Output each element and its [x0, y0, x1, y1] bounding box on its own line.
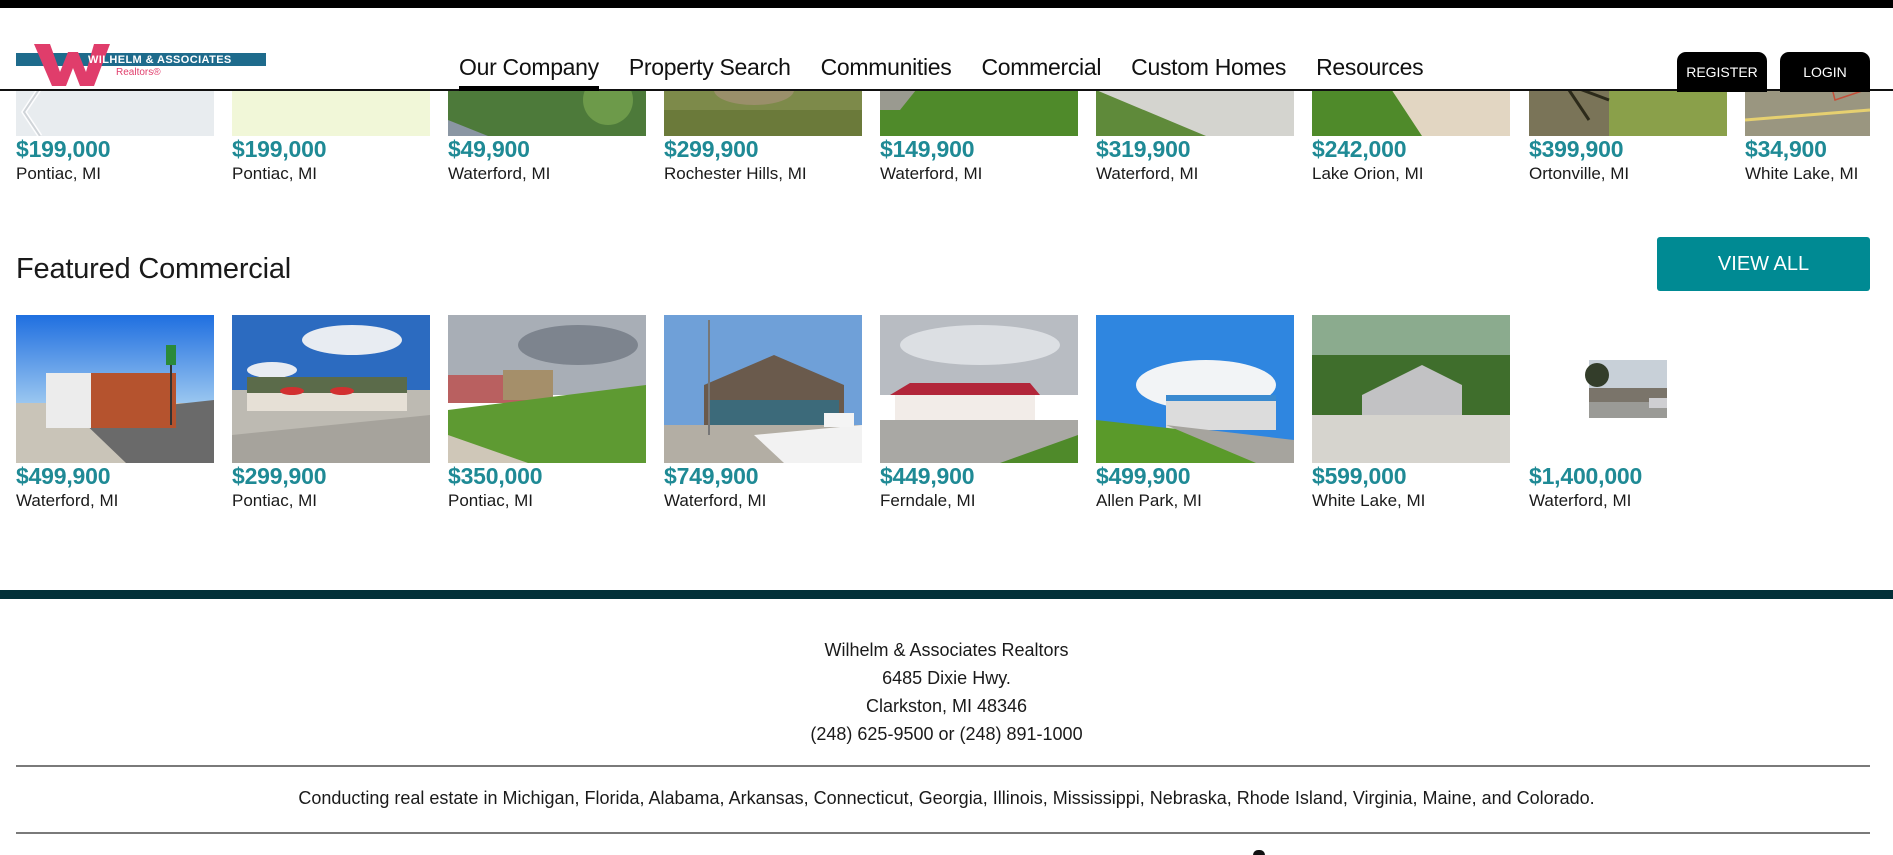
listing-price: $149,900: [880, 136, 975, 162]
listing-price: $1,400,000: [1529, 463, 1643, 489]
listing-location: Waterford, MI: [1529, 491, 1632, 510]
listing-location: Pontiac, MI: [232, 164, 318, 183]
footer-address: Wilhelm & Associates Realtors 6485 Dixie…: [0, 636, 1893, 748]
view-all-button[interactable]: VIEW ALL: [1657, 237, 1870, 291]
register-button[interactable]: REGISTER: [1677, 52, 1767, 92]
listing-location: Waterford, MI: [448, 164, 551, 183]
commercial-listings-row: $499,900 Waterford, MI $299,900 Pontiac,…: [0, 315, 1893, 525]
listing-price: $34,900: [1745, 136, 1827, 162]
social-icon[interactable]: [1253, 850, 1265, 855]
listing-photo[interactable]: [448, 315, 646, 463]
login-button[interactable]: LOGIN: [1780, 52, 1870, 92]
footer-rule: [16, 765, 1870, 767]
listing-price: $749,900: [664, 463, 759, 489]
listing-price: $350,000: [448, 463, 543, 489]
listing-location: Ortonville, MI: [1529, 164, 1630, 183]
listing-photo[interactable]: [664, 315, 862, 463]
nav-custom-homes[interactable]: Custom Homes: [1131, 54, 1286, 81]
listing-photo[interactable]: [1312, 315, 1510, 463]
listing-photo[interactable]: [1096, 315, 1294, 463]
listing-price: $319,900: [1096, 136, 1191, 162]
listing-price: $499,900: [16, 463, 111, 489]
listing-location: Ferndale, MI: [880, 491, 976, 510]
carousel-prev-icon[interactable]: [18, 86, 48, 138]
site-header: WILHELM & ASSOCIATES Realtors® Our Compa…: [0, 8, 1893, 92]
listing-price: $299,900: [232, 463, 327, 489]
listing-price: $299,900: [664, 136, 759, 162]
listing-price: $449,900: [880, 463, 975, 489]
logo-name: WILHELM & ASSOCIATES: [88, 54, 232, 66]
listing-location: Waterford, MI: [664, 491, 767, 510]
listing-location: Allen Park, MI: [1096, 491, 1202, 510]
listing-price: $199,000: [16, 136, 111, 162]
logo[interactable]: WILHELM & ASSOCIATES Realtors®: [16, 40, 268, 86]
nav-communities[interactable]: Communities: [821, 54, 952, 81]
listing-location: Lake Orion, MI: [1312, 164, 1424, 183]
phone-numbers[interactable]: (248) 625-9500 or (248) 891-1000: [0, 720, 1893, 748]
listing-location: Pontiac, MI: [448, 491, 534, 510]
listing-location: White Lake, MI: [1312, 491, 1426, 510]
top-black-bar: [0, 0, 1893, 8]
logo-subtitle: Realtors®: [116, 67, 161, 78]
listing-photo[interactable]: [232, 315, 430, 463]
listing-location: Pontiac, MI: [232, 491, 318, 510]
listing-price: $399,900: [1529, 136, 1624, 162]
nav-property-search[interactable]: Property Search: [629, 54, 791, 81]
listing-photo[interactable]: [880, 315, 1078, 463]
listing-location: Waterford, MI: [1096, 164, 1199, 183]
listing-location: Waterford, MI: [880, 164, 983, 183]
listing-location: Waterford, MI: [16, 491, 119, 510]
listing-price: $599,000: [1312, 463, 1407, 489]
listing-photo[interactable]: [16, 315, 214, 463]
nav-resources[interactable]: Resources: [1316, 54, 1424, 81]
nav-our-company[interactable]: Our Company: [459, 54, 599, 91]
company-name: Wilhelm & Associates Realtors: [824, 640, 1069, 660]
listing-price: $242,000: [1312, 136, 1407, 162]
listing-location: Pontiac, MI: [16, 164, 102, 183]
listing-location: White Lake, MI: [1745, 164, 1859, 183]
listing-price: $499,900: [1096, 463, 1191, 489]
footer-divider-bar: [0, 590, 1893, 599]
states-statement: Conducting real estate in Michigan, Flor…: [298, 788, 1595, 808]
listing-location: Rochester Hills, MI: [664, 164, 807, 183]
listing-photo[interactable]: [1529, 315, 1727, 463]
main-nav: Our Company Property Search Communities …: [459, 54, 1453, 91]
listing-price: $49,900: [448, 136, 530, 162]
featured-commercial-title: Featured Commercial: [16, 253, 292, 285]
listing-price: $199,000: [232, 136, 327, 162]
footer-rule: [16, 832, 1870, 834]
street-address: 6485 Dixie Hwy.: [882, 668, 1011, 688]
nav-commercial[interactable]: Commercial: [981, 54, 1101, 81]
city-state-zip: Clarkston, MI 48346: [865, 696, 1028, 716]
